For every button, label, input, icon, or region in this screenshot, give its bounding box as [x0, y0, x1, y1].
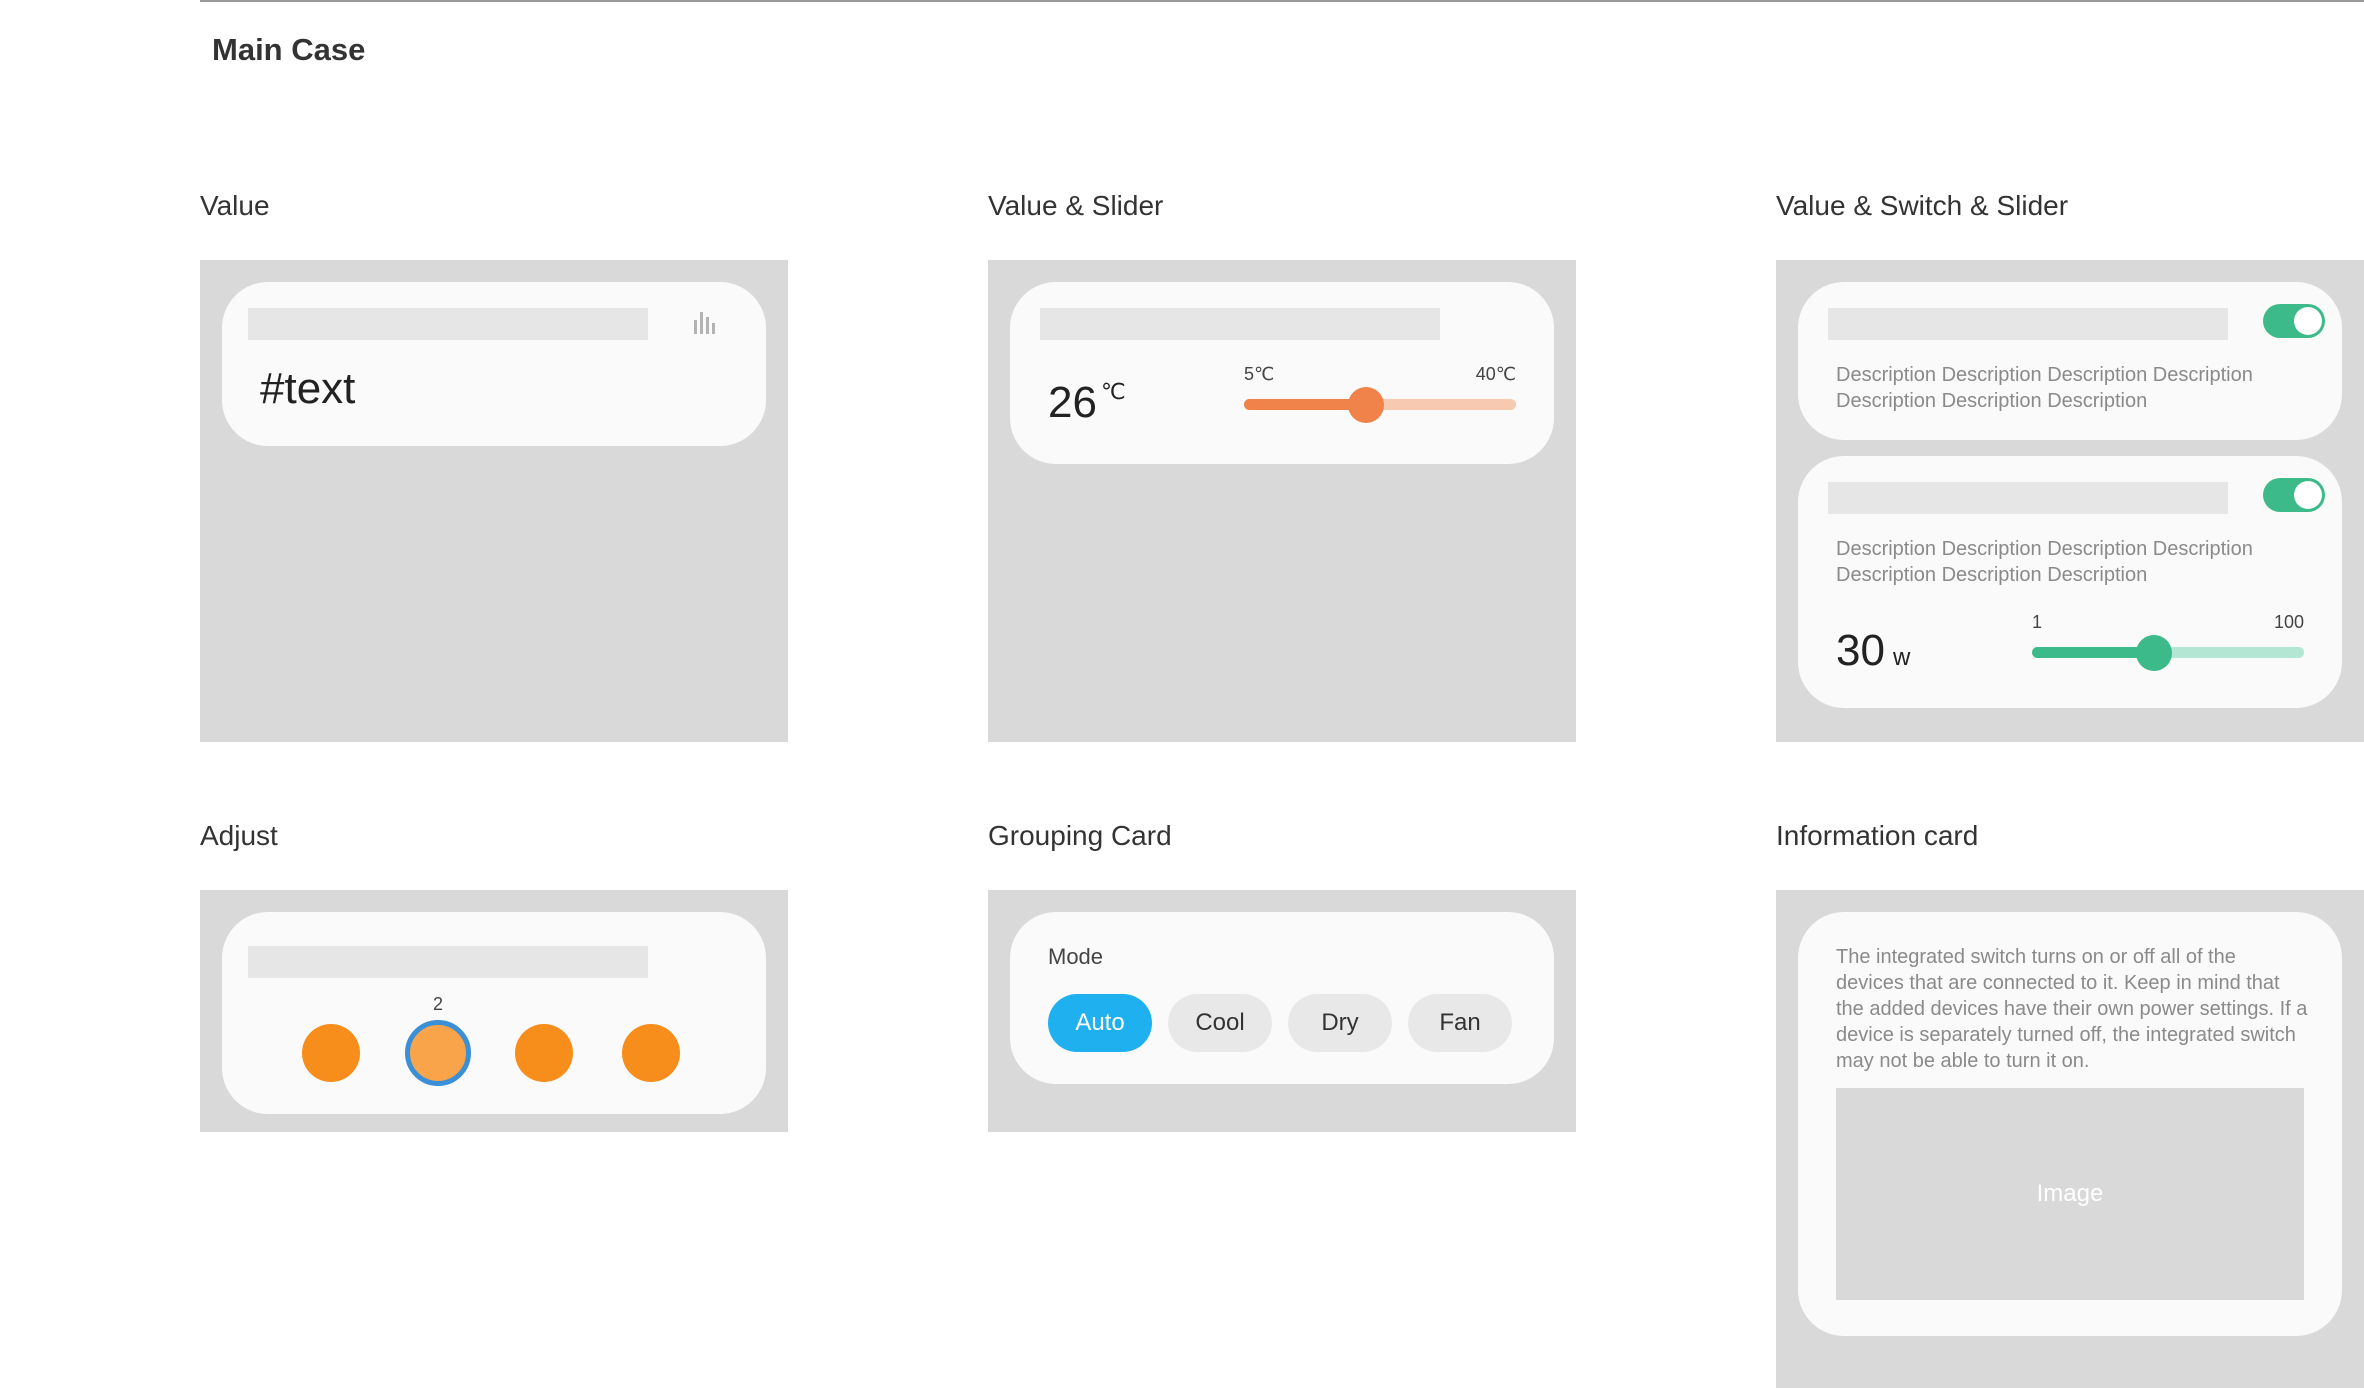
power-number: 30	[1836, 626, 1885, 675]
temperature-value: 26 ℃	[1048, 378, 1126, 428]
temperature-number: 26	[1048, 378, 1097, 427]
title-placeholder	[248, 308, 648, 340]
mode-chip-cool[interactable]: Cool	[1168, 994, 1272, 1052]
value-card[interactable]: #text	[222, 282, 766, 446]
switch-card-2[interactable]: Description Description Description Desc…	[1798, 456, 2342, 708]
card-description: Description Description Description Desc…	[1836, 364, 2253, 412]
power-slider[interactable]	[2032, 635, 2304, 671]
level-dot-3[interactable]	[515, 1024, 573, 1082]
slider-max-label: 40℃	[1475, 364, 1516, 384]
mode-chip-dry[interactable]: Dry	[1288, 994, 1392, 1052]
power-value: 30 w	[1836, 626, 1910, 676]
title-placeholder	[248, 946, 648, 978]
slider-min-label: 1	[2032, 612, 2043, 632]
level-dot-1[interactable]	[302, 1024, 360, 1082]
mode-chip-fan[interactable]: Fan	[1408, 994, 1512, 1052]
section-label-information: Information card	[1776, 820, 1979, 851]
mode-label: Mode	[1048, 944, 1104, 969]
section-label-value: Value	[200, 190, 270, 221]
image-placeholder: Image	[1836, 1088, 2304, 1300]
level-dot-4[interactable]	[622, 1024, 680, 1082]
grouping-card[interactable]: Mode Auto Cool Dry Fan	[1010, 912, 1554, 1084]
title-placeholder	[1040, 308, 1440, 340]
value-slider-card[interactable]: 26 ℃ 5℃ 40℃	[1010, 282, 1554, 464]
value-switch-slider-frame: Description Description Description Desc…	[1776, 260, 2364, 742]
page-title: Main Case	[212, 32, 366, 67]
section-label-value-slider: Value & Slider	[988, 190, 1164, 221]
temperature-slider[interactable]	[1244, 387, 1516, 423]
selected-level-label: 2	[433, 994, 444, 1014]
adjust-card[interactable]: 2	[222, 912, 766, 1114]
section-label-value-switch-slider: Value & Switch & Slider	[1776, 190, 2069, 221]
switch-card-1[interactable]: Description Description Description Desc…	[1798, 282, 2342, 440]
power-toggle-2[interactable]	[2263, 478, 2325, 512]
top-divider	[200, 0, 2364, 2]
section-label-adjust: Adjust	[200, 820, 278, 851]
information-frame: The integrated switch turns on or off al…	[1776, 890, 2364, 1388]
adjust-frame: 2	[200, 890, 788, 1132]
mode-chip-auto[interactable]: Auto	[1048, 994, 1152, 1052]
toggle-knob	[2294, 481, 2322, 509]
value-slider-frame: 26 ℃ 5℃ 40℃	[988, 260, 1576, 742]
power-toggle-1[interactable]	[2263, 304, 2325, 338]
information-card[interactable]: The integrated switch turns on or off al…	[1798, 912, 2342, 1336]
information-text: The integrated switch turns on or off al…	[1836, 946, 2308, 1072]
slider-thumb[interactable]	[1348, 387, 1385, 423]
slider-max-label: 100	[2273, 612, 2304, 632]
value-frame: #text	[200, 260, 788, 742]
temperature-unit: ℃	[1100, 379, 1126, 404]
bar-chart-icon[interactable]	[694, 312, 715, 334]
section-label-grouping: Grouping Card	[988, 820, 1172, 851]
image-label: Image	[2036, 1180, 2104, 1207]
level-dot-2-selected[interactable]	[405, 1020, 471, 1086]
card-description: Description Description Description Desc…	[1836, 538, 2253, 586]
grouping-frame: Mode Auto Cool Dry Fan	[988, 890, 1576, 1132]
title-placeholder	[1828, 482, 2228, 514]
power-unit: w	[1892, 644, 1911, 671]
value-text: #text	[260, 364, 356, 413]
slider-thumb[interactable]	[2136, 635, 2173, 671]
slider-min-label: 5℃	[1244, 364, 1275, 384]
toggle-knob	[2294, 307, 2322, 335]
title-placeholder	[1828, 308, 2228, 340]
